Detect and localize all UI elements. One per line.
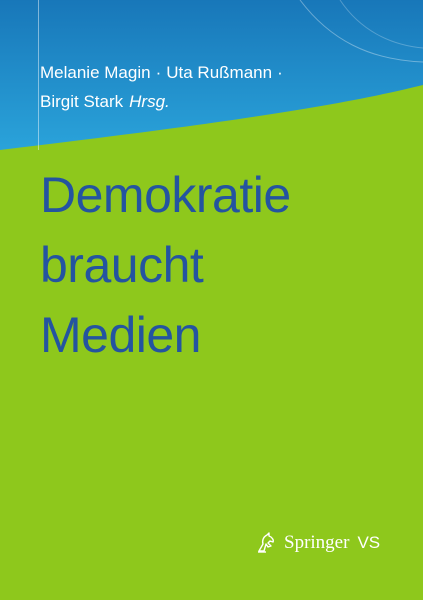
title-line: braucht <box>40 237 204 293</box>
decorative-vertical-line <box>38 0 39 150</box>
editor-name: Melanie Magin <box>40 63 151 82</box>
book-cover: Melanie Magin · Uta Rußmann · Birgit Stark H… <box>0 0 423 600</box>
publisher-imprint: VS <box>357 533 381 552</box>
editors-line-2: Birgit Stark Hrsg. <box>40 87 288 116</box>
separator: · <box>155 63 162 82</box>
springer-horse-icon <box>258 532 274 553</box>
book-title: Demokratie braucht Medien <box>40 160 291 370</box>
title-line: Medien <box>40 307 201 363</box>
editor-suffix: Hrsg. <box>129 92 170 111</box>
separator: · <box>277 63 283 82</box>
editor-name: Uta Rußmann <box>166 63 273 82</box>
editors-block: Melanie Magin · Uta Rußmann · Birgit Stark H… <box>40 58 288 116</box>
publisher-name: Springer <box>284 532 350 553</box>
publisher-logo: Springer VS <box>254 531 380 555</box>
editor-name: Birgit Stark <box>40 92 124 111</box>
title-line: Demokratie <box>40 167 291 223</box>
editors-line-1: Melanie Magin · Uta Rußmann · <box>40 58 288 87</box>
